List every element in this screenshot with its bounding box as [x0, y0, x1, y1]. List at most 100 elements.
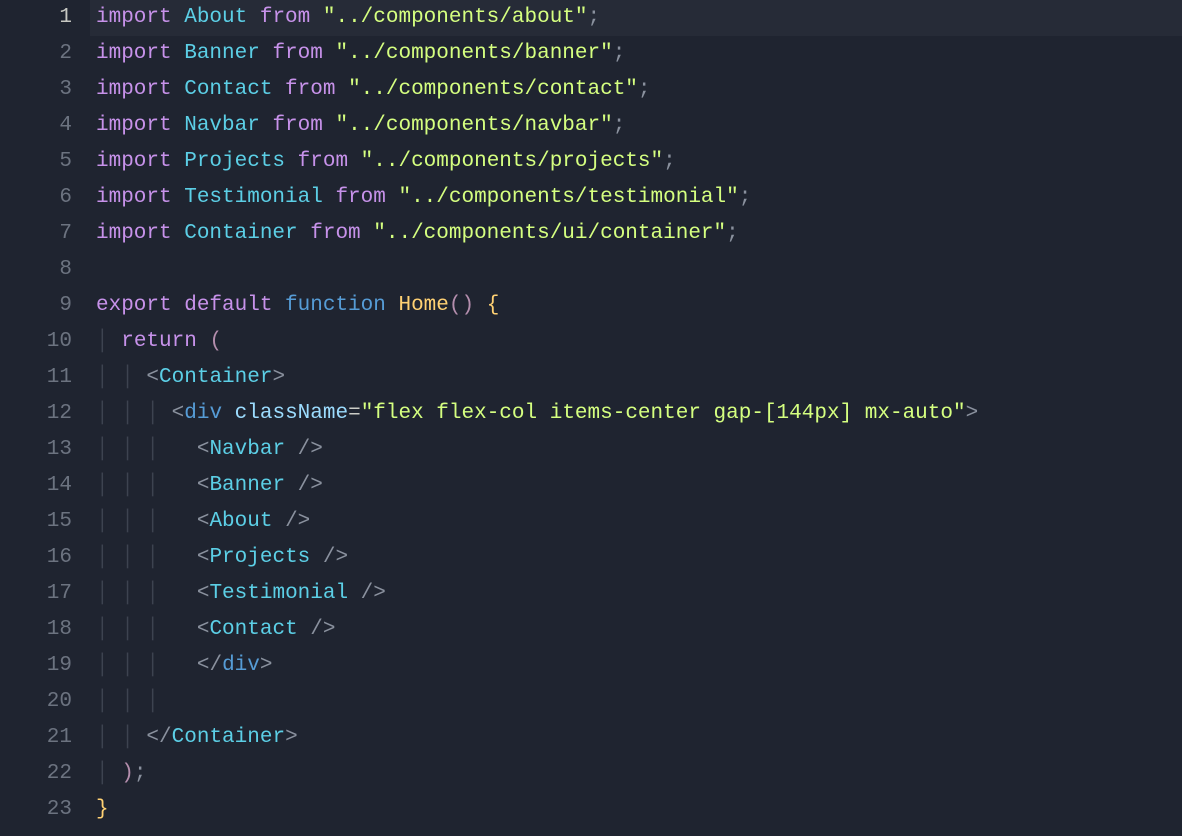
line-number: 12 — [0, 396, 72, 432]
token: div — [184, 402, 222, 425]
line-number: 7 — [0, 216, 72, 252]
token: │ │ │ — [96, 582, 172, 605]
token: About — [184, 6, 247, 29]
token: "../components/banner" — [335, 42, 612, 65]
token: Projects — [184, 150, 285, 173]
token: │ │ │ — [96, 474, 172, 497]
token: "flex flex-col items-center gap-[144px] … — [361, 402, 966, 425]
token: import — [96, 78, 184, 101]
line-number: 20 — [0, 684, 72, 720]
token: < — [146, 366, 159, 389]
code-line[interactable]: │ │ │ <div className="flex flex-col item… — [96, 396, 1182, 432]
code-line[interactable]: } — [96, 792, 1182, 828]
line-number: 4 — [0, 108, 72, 144]
token: Contact — [184, 78, 272, 101]
token: from — [285, 150, 361, 173]
line-number: 19 — [0, 648, 72, 684]
code-line[interactable]: import Container from "../components/ui/… — [96, 216, 1182, 252]
code-line[interactable]: │ │ │ <Contact /> — [96, 612, 1182, 648]
token: > — [285, 726, 298, 749]
token: < — [197, 618, 210, 641]
token: = — [348, 402, 361, 425]
token: ; — [726, 222, 739, 245]
code-line[interactable]: import Testimonial from "../components/t… — [96, 180, 1182, 216]
token — [474, 294, 487, 317]
token: │ │ │ — [96, 510, 172, 533]
token: ( — [209, 330, 222, 353]
code-line[interactable]: │ return ( — [96, 324, 1182, 360]
token: /> — [285, 474, 323, 497]
line-number: 5 — [0, 144, 72, 180]
line-number: 16 — [0, 540, 72, 576]
token: "../components/contact" — [348, 78, 638, 101]
token — [172, 618, 197, 641]
token: default — [184, 294, 285, 317]
code-line[interactable]: │ │ │ </div> — [96, 648, 1182, 684]
token: Container — [184, 222, 297, 245]
code-line[interactable]: │ │ </Container> — [96, 720, 1182, 756]
code-line[interactable]: │ │ │ <Navbar /> — [96, 432, 1182, 468]
token: ) — [121, 762, 134, 785]
token: className — [235, 402, 348, 425]
code-line[interactable]: import Navbar from "../components/navbar… — [96, 108, 1182, 144]
token: export — [96, 294, 184, 317]
line-number: 13 — [0, 432, 72, 468]
code-line[interactable]: import Banner from "../components/banner… — [96, 36, 1182, 72]
line-number: 2 — [0, 36, 72, 72]
code-line[interactable]: import Contact from "../components/conta… — [96, 72, 1182, 108]
token: } — [96, 798, 109, 821]
token: Testimonial — [209, 582, 348, 605]
code-line[interactable]: │ │ │ <Testimonial /> — [96, 576, 1182, 612]
line-number: 6 — [0, 180, 72, 216]
code-line[interactable]: │ │ │ — [96, 684, 1182, 720]
line-number: 1 — [0, 0, 72, 36]
token: "../components/projects" — [361, 150, 663, 173]
token: │ │ │ — [96, 690, 159, 713]
code-line[interactable]: export default function Home() { — [96, 288, 1182, 324]
token: Projects — [209, 546, 310, 569]
token: from — [298, 222, 374, 245]
code-line[interactable]: │ │ │ <About /> — [96, 504, 1182, 540]
token: ; — [663, 150, 676, 173]
code-line[interactable]: │ ); — [96, 756, 1182, 792]
token: import — [96, 150, 184, 173]
code-line[interactable]: │ │ │ <Projects /> — [96, 540, 1182, 576]
token: Container — [159, 366, 272, 389]
code-line[interactable]: │ │ <Container> — [96, 360, 1182, 396]
token: < — [197, 546, 210, 569]
line-number: 11 — [0, 360, 72, 396]
line-number: 23 — [0, 792, 72, 828]
token: │ │ │ — [96, 546, 172, 569]
token: │ │ │ — [96, 654, 172, 677]
line-number: 10 — [0, 324, 72, 360]
token: > — [272, 366, 285, 389]
token: < — [197, 474, 210, 497]
token: from — [272, 78, 348, 101]
token: "../components/ui/container" — [373, 222, 726, 245]
code-line[interactable] — [96, 252, 1182, 288]
code-line[interactable]: │ │ │ <Banner /> — [96, 468, 1182, 504]
code-area[interactable]: import About from "../components/about";… — [96, 0, 1182, 836]
token: import — [96, 42, 184, 65]
token: < — [172, 402, 185, 425]
token: () — [449, 294, 474, 317]
token: /> — [348, 582, 386, 605]
token — [172, 438, 197, 461]
token: import — [96, 186, 184, 209]
token: │ │ │ — [96, 438, 172, 461]
line-number: 22 — [0, 756, 72, 792]
token: </ — [146, 726, 171, 749]
token: "../components/navbar" — [335, 114, 612, 137]
token: { — [487, 294, 500, 317]
line-number: 3 — [0, 72, 72, 108]
line-number: 21 — [0, 720, 72, 756]
code-line[interactable]: import About from "../components/about"; — [90, 0, 1182, 36]
code-editor[interactable]: 1234567891011121314151617181920212223 im… — [0, 0, 1182, 836]
code-line[interactable]: import Projects from "../components/proj… — [96, 144, 1182, 180]
token — [172, 582, 197, 605]
token: Container — [172, 726, 285, 749]
token: </ — [197, 654, 222, 677]
token: < — [197, 510, 210, 533]
line-number: 8 — [0, 252, 72, 288]
token: import — [96, 114, 184, 137]
